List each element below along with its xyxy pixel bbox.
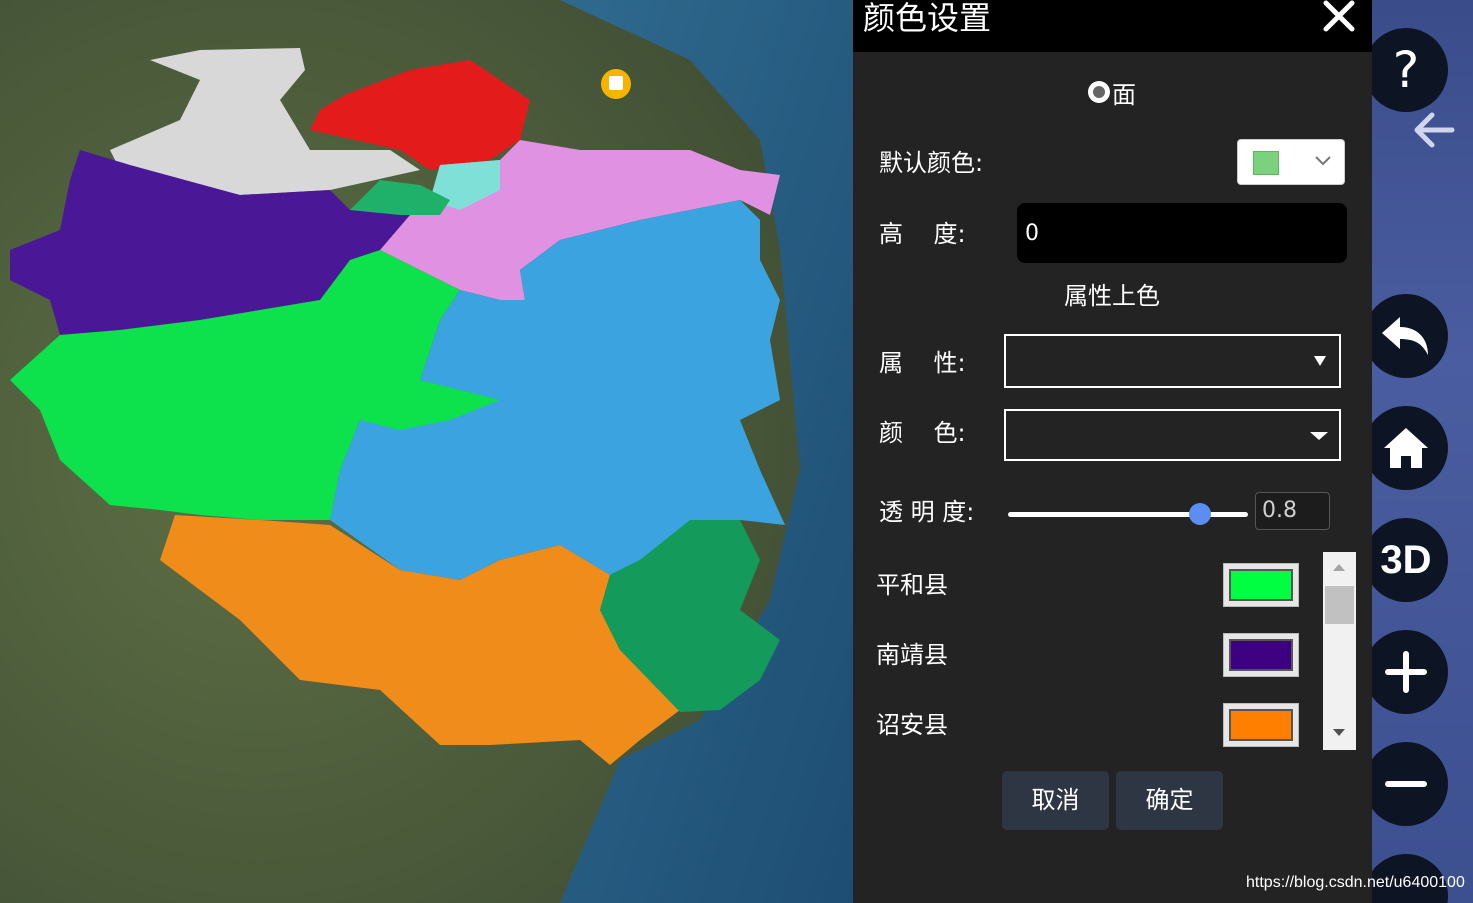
list-item: 南靖县 [853,622,1323,692]
home-icon [1384,428,1428,468]
opacity-label: 透 明 度: [879,498,975,526]
chevron-down-icon [1315,156,1331,166]
cancel-button[interactable]: 取消 [1002,771,1109,830]
map-canvas[interactable] [0,0,853,903]
color-settings-dialog: 颜色设置 面 默认颜色: 高 度: 属性上色 属 性: 颜 色: 透 明 度: [853,0,1372,903]
plus-icon [1385,651,1427,693]
default-color-picker[interactable] [1237,139,1345,185]
list-item: 诏安县 [853,692,1323,750]
county-name: 诏安县 [876,711,948,739]
opacity-slider[interactable] [1008,503,1248,525]
dropdown-arrow-icon [1314,356,1326,366]
height-input[interactable] [1017,203,1347,263]
dialog-header: 颜色设置 [853,0,1372,52]
dialog-title: 颜色设置 [863,0,992,37]
help-icon: ? [1392,41,1420,99]
scroll-thumb[interactable] [1325,586,1354,624]
undo-icon [1382,317,1428,355]
county-color-swatch [1229,639,1293,671]
dropdown-arrow-icon [1310,432,1328,440]
county-color-swatch [1229,569,1293,601]
scroll-up-icon[interactable] [1332,562,1346,572]
county-name: 南靖县 [876,641,948,669]
3d-button[interactable]: 3D [1372,518,1448,602]
zoom-in-button[interactable] [1372,630,1448,714]
attribute-select[interactable] [1004,334,1341,388]
attribute-label: 属 性: [879,349,966,377]
default-color-swatch [1253,151,1279,175]
close-icon[interactable] [1320,0,1360,34]
undo-button[interactable] [1372,294,1448,378]
opacity-input[interactable]: 0.8 [1255,492,1330,530]
minus-icon [1385,781,1427,787]
radio-button[interactable] [1088,81,1110,103]
height-label: 高 度: [879,220,966,248]
county-color-picker[interactable] [1223,633,1299,677]
county-color-list: 平和县 南靖县 诏安县 [853,552,1323,750]
3d-label: 3D [1380,537,1432,582]
radio-face[interactable]: 面 [1088,78,1136,109]
county-color-picker[interactable] [1223,703,1299,747]
color-label: 颜 色: [879,419,966,447]
confirm-button[interactable]: 确定 [1116,771,1223,830]
map-toolbar: ? 3D [1372,0,1473,903]
watermark-text: https://blog.csdn.net/u6400100 [1246,874,1465,891]
county-color-picker[interactable] [1223,563,1299,607]
location-marker-icon[interactable] [601,69,631,99]
back-arrow-icon[interactable] [1412,110,1456,150]
color-select[interactable] [1004,409,1341,461]
list-scrollbar[interactable] [1323,552,1356,750]
county-color-swatch [1229,709,1293,741]
list-item: 平和县 [853,552,1323,622]
zoom-out-button[interactable] [1372,742,1448,826]
home-button[interactable] [1372,406,1448,490]
opacity-slider-handle[interactable] [1189,503,1211,525]
county-name: 平和县 [876,571,948,599]
map-view[interactable] [0,0,853,903]
default-color-label: 默认颜色: [879,149,984,177]
radio-face-label: 面 [1112,80,1136,109]
scroll-down-icon[interactable] [1332,728,1346,738]
help-button[interactable]: ? [1372,28,1448,112]
attribute-section-title: 属性上色 [1064,282,1160,310]
